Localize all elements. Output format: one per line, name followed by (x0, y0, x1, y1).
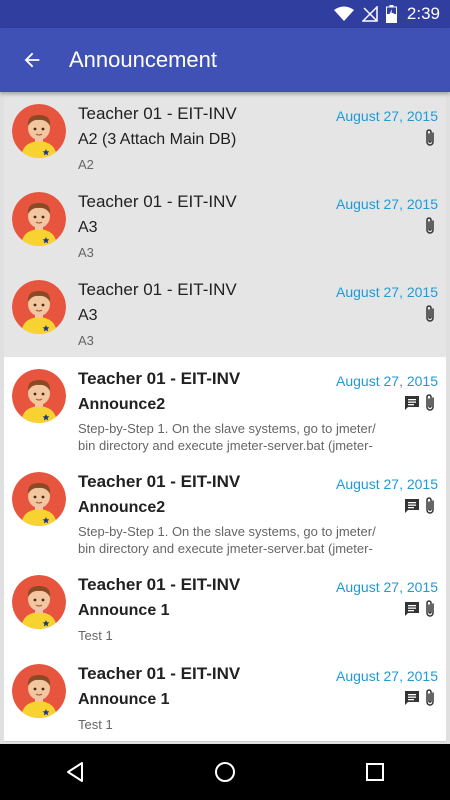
announcement-date: August 27, 2015 (336, 196, 438, 212)
announcement-preview: Step-by-Step 1. On the slave systems, go… (78, 524, 376, 556)
status-icons (400, 393, 436, 413)
announcement-subject: Announce 1 (78, 691, 170, 708)
announcement-date: August 27, 2015 (336, 373, 438, 389)
announcement-subject: A3 (78, 219, 98, 236)
page-title: Announcement (69, 47, 217, 72)
announcement-preview: Test 1 (78, 628, 113, 643)
avatar (12, 664, 66, 718)
attachment-icon (424, 216, 436, 236)
nav-home-button[interactable] (201, 748, 249, 796)
avatar (12, 575, 66, 629)
sender-name: Teacher 01 - EIT-INV (78, 472, 241, 491)
app-bar: Announcement (0, 28, 450, 92)
announcement-preview: Step-by-Step 1. On the slave systems, go… (78, 421, 376, 453)
no-signal-icon (361, 6, 378, 22)
battery-charging-icon (385, 5, 397, 23)
back-button[interactable] (20, 48, 44, 72)
attachment-icon (424, 688, 436, 708)
announcement-item[interactable]: Teacher 01 - EIT-INV August 27, 2015 Ann… (4, 357, 446, 461)
announcement-item[interactable]: Teacher 01 - EIT-INV August 27, 2015 Ann… (4, 460, 446, 564)
announcement-date: August 27, 2015 (336, 108, 438, 124)
avatar (12, 280, 66, 334)
sender-name: Teacher 01 - EIT-INV (78, 575, 241, 594)
status-icons (400, 496, 436, 516)
avatar (12, 104, 66, 158)
status-icons (400, 688, 436, 708)
attachment-icon (424, 496, 436, 516)
announcement-subject: Announce2 (78, 499, 166, 516)
avatar (12, 472, 66, 526)
announcement-item[interactable]: Teacher 01 - EIT-INV August 27, 2015 Ann… (4, 563, 446, 653)
announcement-item[interactable]: Teacher 01 - EIT-INV August 27, 2015 A3 … (4, 180, 446, 270)
sender-name: Teacher 01 - EIT-INV (78, 664, 241, 683)
announcement-preview: Test 1 (78, 717, 113, 732)
sender-name: Teacher 01 - EIT-INV (78, 104, 237, 123)
status-icons (400, 599, 436, 619)
attachment-icon (424, 128, 436, 148)
status-icons (420, 304, 436, 324)
avatar (12, 192, 66, 246)
comment-icon (404, 601, 420, 617)
announcement-preview: A3 (78, 333, 94, 348)
announcement-date: August 27, 2015 (336, 476, 438, 492)
announcement-date: August 27, 2015 (336, 284, 438, 300)
announcement-subject: Announce2 (78, 396, 166, 413)
comment-icon (404, 690, 420, 706)
circle-home-icon (215, 762, 235, 782)
announcement-preview: A3 (78, 245, 94, 260)
status-time: 2:39 (406, 4, 440, 23)
sender-name: Teacher 01 - EIT-INV (78, 280, 237, 299)
avatar (12, 369, 66, 423)
comment-icon (404, 498, 420, 514)
triangle-back-icon (67, 762, 83, 782)
wifi-icon (333, 6, 354, 22)
announcement-list[interactable]: Teacher 01 - EIT-INV August 27, 2015 A2 … (0, 92, 450, 744)
announcement-subject: A3 (78, 307, 98, 324)
announcement-item[interactable]: Teacher 01 - EIT-INV August 27, 2015 Ann… (4, 652, 446, 742)
nav-back-button[interactable] (51, 748, 99, 796)
square-recents-icon (366, 763, 384, 781)
attachment-icon (424, 304, 436, 324)
status-bar: 2:39 (0, 0, 450, 28)
comment-icon (404, 395, 420, 411)
navigation-bar (0, 744, 450, 800)
announcement-preview: A2 (78, 157, 94, 172)
attachment-icon (424, 599, 436, 619)
attachment-icon (424, 393, 436, 413)
sender-name: Teacher 01 - EIT-INV (78, 369, 241, 388)
arrow-back-icon (24, 52, 40, 68)
sender-name: Teacher 01 - EIT-INV (78, 192, 237, 211)
status-icons (420, 216, 436, 236)
announcement-date: August 27, 2015 (336, 579, 438, 595)
announcement-subject: A2 (3 Attach Main DB) (78, 131, 237, 148)
announcement-subject: Announce 1 (78, 602, 170, 619)
announcement-item[interactable]: Teacher 01 - EIT-INV August 27, 2015 A3 … (4, 268, 446, 358)
status-icons (420, 128, 436, 148)
nav-recents-button[interactable] (351, 748, 399, 796)
announcement-item[interactable]: Teacher 01 - EIT-INV August 27, 2015 A2 … (4, 92, 446, 182)
announcement-date: August 27, 2015 (336, 668, 438, 684)
